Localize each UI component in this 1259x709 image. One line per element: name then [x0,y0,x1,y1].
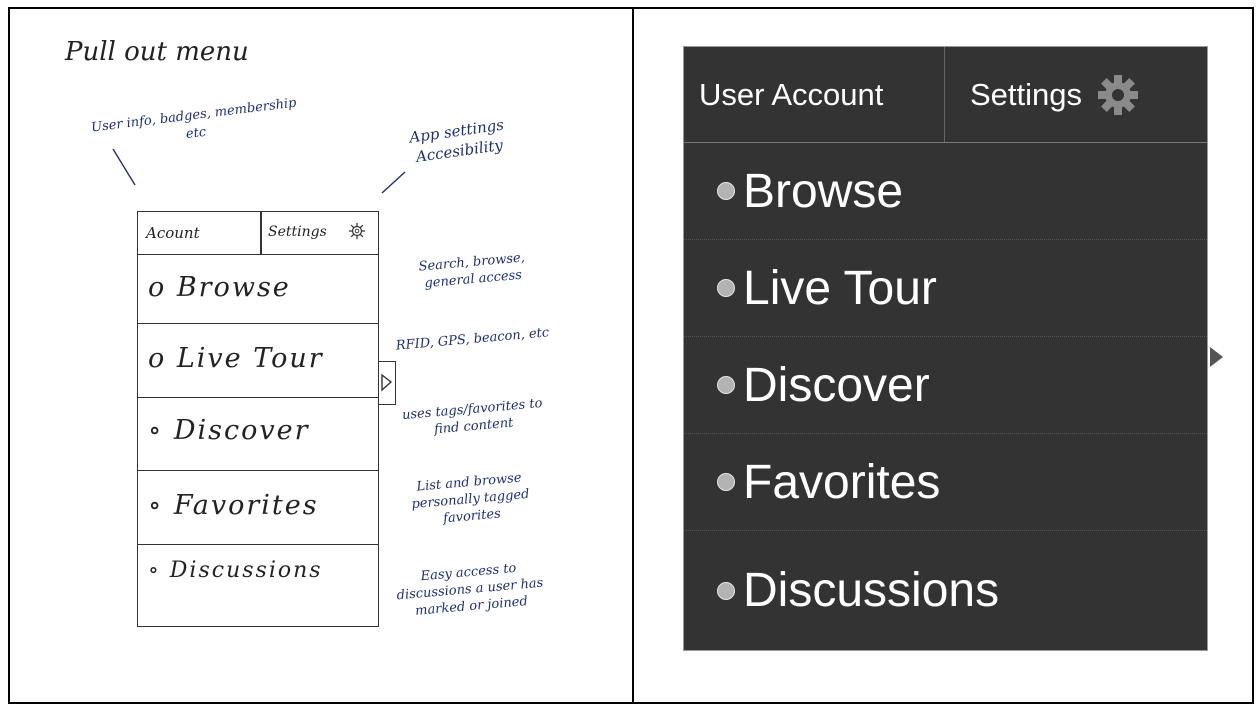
sketch-menu-box: Acount Settings o Browse o Live Tour ∘ D… [137,211,379,627]
menu-item-label: Favorites [743,455,941,509]
radio-bullet-icon [717,182,735,200]
user-account-label: User Account [699,76,884,112]
radio-bullet-icon [717,279,735,297]
menu-item-label: Discover [743,358,930,412]
sketch-pull-tab [378,361,396,405]
menu-header: User Account Settings [684,47,1207,143]
radio-bullet-icon [717,581,735,600]
sketch-row-discover: ∘ Discover [138,397,378,471]
radio-bullet-icon [717,376,735,394]
settings-button[interactable]: Settings [945,47,1207,142]
sketch-row-label: o Live Tour [148,343,324,374]
sketch-triangle-right-icon [381,373,393,392]
pull-out-menu: User Account Settings Browse Live Tour D… [683,46,1208,651]
sketch-menu-header: Acount Settings [138,212,378,255]
sketch-row-label: ∘ Discussions [148,558,323,583]
panel-divider [632,7,634,704]
menu-item-discover[interactable]: Discover [684,337,1207,434]
menu-item-discussions[interactable]: Discussions [684,531,1207,650]
sketch-account-label: Acount [146,224,200,242]
sketch-row-label: ∘ Favorites [148,490,319,521]
triangle-right-icon[interactable] [1210,347,1223,367]
settings-label: Settings [970,76,1083,112]
sketch-panel: Pull out menu User info, badges, members… [10,9,632,702]
sketch-row-favorites: ∘ Favorites [138,470,378,545]
sketch-row-label: ∘ Discover [148,415,310,446]
sketch-row-discussions: ∘ Discussions [138,544,378,624]
menu-item-live-tour[interactable]: Live Tour [684,240,1207,337]
menu-item-favorites[interactable]: Favorites [684,434,1207,531]
gear-icon [1098,74,1139,115]
radio-bullet-icon [717,473,735,491]
sketch-header-divider [260,212,262,254]
sketch-row-label: o Browse [148,272,291,303]
sketch-settings-label: Settings [268,224,327,240]
menu-item-browse[interactable]: Browse [684,143,1207,240]
menu-item-label: Live Tour [743,261,937,315]
menu-item-label: Discussions [743,564,1000,617]
sketch-row-browse: o Browse [138,254,378,324]
menu-item-label: Browse [743,164,904,218]
user-account-button[interactable]: User Account [684,47,945,142]
sketch-row-live-tour: o Live Tour [138,323,378,398]
sketch-gear-icon [348,222,366,240]
